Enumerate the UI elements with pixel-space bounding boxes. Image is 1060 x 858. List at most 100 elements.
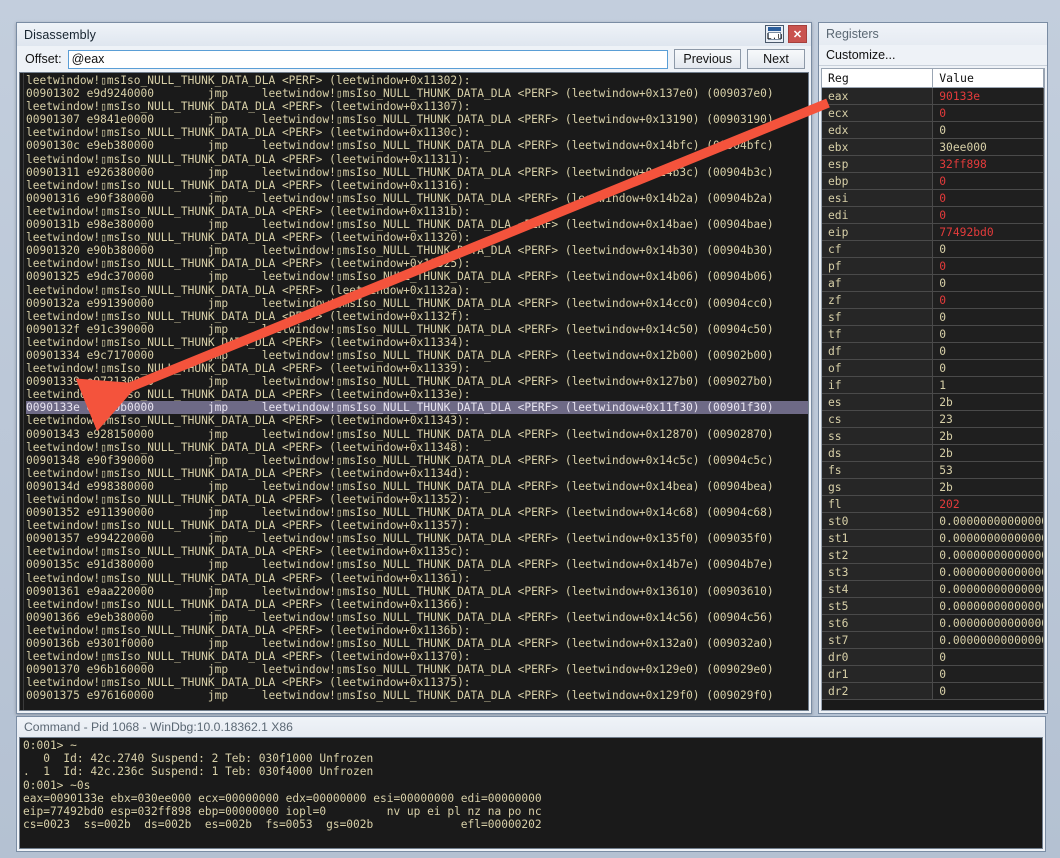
register-row[interactable]: sf0 xyxy=(822,309,1044,326)
register-row[interactable]: gs2b xyxy=(822,479,1044,496)
disassembly-line[interactable]: 0090134d e998380000 jmp leetwindow!▯msIs… xyxy=(26,480,808,493)
register-row[interactable]: esp32ff898 xyxy=(822,156,1044,173)
register-value[interactable]: 0.00000000000000e+000 xyxy=(933,598,1044,615)
register-row[interactable]: dr20 xyxy=(822,683,1044,700)
register-row[interactable]: st7 0.00000000000000e+000 xyxy=(822,632,1044,649)
register-row[interactable]: ss2b xyxy=(822,428,1044,445)
disassembly-line[interactable]: 0090130c e9eb380000 jmp leetwindow!▯msIs… xyxy=(26,139,808,152)
disassembly-line[interactable]: leetwindow!▯msIso_NULL_THUNK_DATA_DLA <P… xyxy=(26,179,808,192)
disassembly-line[interactable]: leetwindow!▯msIso_NULL_THUNK_DATA_DLA <P… xyxy=(26,74,808,87)
register-row[interactable]: edi0 xyxy=(822,207,1044,224)
register-row[interactable]: edx0 xyxy=(822,122,1044,139)
register-row[interactable]: fl202 xyxy=(822,496,1044,513)
disassembly-line[interactable]: leetwindow!▯msIso_NULL_THUNK_DATA_DLA <P… xyxy=(26,362,808,375)
restore-window-button[interactable]: L.u xyxy=(765,25,784,43)
disassembly-line[interactable]: leetwindow!▯msIso_NULL_THUNK_DATA_DLA <P… xyxy=(26,231,808,244)
register-row[interactable]: st4 0.00000000000000e+000 xyxy=(822,581,1044,598)
register-row[interactable]: ecx0 xyxy=(822,105,1044,122)
disassembly-line-selected[interactable]: 0090133e e9ed0b0000 jmp leetwindow!▯msIs… xyxy=(26,401,808,414)
register-value[interactable]: 0 xyxy=(933,241,1044,258)
register-row[interactable]: if1 xyxy=(822,377,1044,394)
register-row[interactable]: st2 0.00000000000000e+000 xyxy=(822,547,1044,564)
disassembly-line[interactable]: 0090132a e991390000 jmp leetwindow!▯msIs… xyxy=(26,297,808,310)
register-value[interactable]: 0.00000000000000e+000 xyxy=(933,615,1044,632)
register-row[interactable]: st6 0.00000000000000e+000 xyxy=(822,615,1044,632)
disassembly-line[interactable]: 00901311 e926380000 jmp leetwindow!▯msIs… xyxy=(26,166,808,179)
disassembly-line[interactable]: 00901352 e911390000 jmp leetwindow!▯msIs… xyxy=(26,506,808,519)
disassembly-line[interactable]: 00901334 e9c7170000 jmp leetwindow!▯msIs… xyxy=(26,349,808,362)
register-value[interactable]: 32ff898 xyxy=(933,156,1044,173)
disassembly-code-area[interactable]: leetwindow!▯msIso_NULL_THUNK_DATA_DLA <P… xyxy=(19,72,809,711)
register-value[interactable]: 0.00000000000000e+000 xyxy=(933,581,1044,598)
register-value[interactable]: 0.00000000000000e+000 xyxy=(933,530,1044,547)
register-row[interactable]: ds2b xyxy=(822,445,1044,462)
register-row[interactable]: fs53 xyxy=(822,462,1044,479)
register-row[interactable]: ebp0 xyxy=(822,173,1044,190)
disassembly-line[interactable]: leetwindow!▯msIso_NULL_THUNK_DATA_DLA <P… xyxy=(26,257,808,270)
disassembly-line[interactable]: leetwindow!▯msIso_NULL_THUNK_DATA_DLA <P… xyxy=(26,441,808,454)
disassembly-line[interactable]: 00901366 e9eb380000 jmp leetwindow!▯msIs… xyxy=(26,611,808,624)
register-row[interactable]: eip77492bd0 xyxy=(822,224,1044,241)
register-value[interactable]: 0 xyxy=(933,207,1044,224)
register-value[interactable]: 0.00000000000000e+000 xyxy=(933,513,1044,530)
disassembly-line[interactable]: 00901343 e928150000 jmp leetwindow!▯msIs… xyxy=(26,428,808,441)
register-value[interactable]: 0 xyxy=(933,275,1044,292)
register-row[interactable]: ebx30ee000 xyxy=(822,139,1044,156)
disassembly-line[interactable]: leetwindow!▯msIso_NULL_THUNK_DATA_DLA <P… xyxy=(26,336,808,349)
register-value[interactable]: 0 xyxy=(933,292,1044,309)
disassembly-line[interactable]: leetwindow!▯msIso_NULL_THUNK_DATA_DLA <P… xyxy=(26,284,808,297)
disassembly-line[interactable]: 00901339 e972130000 jmp leetwindow!▯msIs… xyxy=(26,375,808,388)
register-row[interactable]: st1 0.00000000000000e+000 xyxy=(822,530,1044,547)
register-value[interactable]: 1 xyxy=(933,377,1044,394)
register-value[interactable]: 0.00000000000000e+000 xyxy=(933,547,1044,564)
register-row[interactable]: eax90133e xyxy=(822,88,1044,105)
disassembly-line[interactable]: leetwindow!▯msIso_NULL_THUNK_DATA_DLA <P… xyxy=(26,205,808,218)
disassembly-line[interactable]: leetwindow!▯msIso_NULL_THUNK_DATA_DLA <P… xyxy=(26,545,808,558)
disassembly-line[interactable]: 00901361 e9aa220000 jmp leetwindow!▯msIs… xyxy=(26,585,808,598)
disassembly-line[interactable]: 0090136b e9301f0000 jmp leetwindow!▯msIs… xyxy=(26,637,808,650)
register-value[interactable]: 2b xyxy=(933,479,1044,496)
disassembly-line[interactable]: leetwindow!▯msIso_NULL_THUNK_DATA_DLA <P… xyxy=(26,572,808,585)
offset-input[interactable] xyxy=(68,50,669,69)
register-value[interactable]: 0.00000000000000e+000 xyxy=(933,564,1044,581)
register-row[interactable]: cs23 xyxy=(822,411,1044,428)
disassembly-listing[interactable]: leetwindow!▯msIso_NULL_THUNK_DATA_DLA <P… xyxy=(24,73,808,710)
register-row[interactable]: dr10 xyxy=(822,666,1044,683)
disassembly-line[interactable]: 00901325 e9dc370000 jmp leetwindow!▯msIs… xyxy=(26,270,808,283)
registers-customize-link[interactable]: Customize... xyxy=(819,45,1047,66)
register-row[interactable]: zf0 xyxy=(822,292,1044,309)
register-value[interactable]: 0 xyxy=(933,105,1044,122)
disassembly-line[interactable]: 0090132f e91c390000 jmp leetwindow!▯msIs… xyxy=(26,323,808,336)
register-value[interactable]: 23 xyxy=(933,411,1044,428)
disassembly-line[interactable]: leetwindow!▯msIso_NULL_THUNK_DATA_DLA <P… xyxy=(26,519,808,532)
disassembly-line[interactable]: leetwindow!▯msIso_NULL_THUNK_DATA_DLA <P… xyxy=(26,388,808,401)
register-value[interactable]: 0 xyxy=(933,649,1044,666)
register-value[interactable]: 0 xyxy=(933,666,1044,683)
disassembly-line[interactable]: 00901320 e90b380000 jmp leetwindow!▯msIs… xyxy=(26,244,808,257)
disassembly-line[interactable]: leetwindow!▯msIso_NULL_THUNK_DATA_DLA <P… xyxy=(26,598,808,611)
disassembly-line[interactable]: leetwindow!▯msIso_NULL_THUNK_DATA_DLA <P… xyxy=(26,650,808,663)
register-row[interactable]: df0 xyxy=(822,343,1044,360)
register-value[interactable]: 0 xyxy=(933,173,1044,190)
register-value[interactable]: 90133e xyxy=(933,88,1044,105)
disassembly-line[interactable]: 00901307 e9841e0000 jmp leetwindow!▯msIs… xyxy=(26,113,808,126)
disassembly-line[interactable]: 0090131b e98e380000 jmp leetwindow!▯msIs… xyxy=(26,218,808,231)
register-value[interactable]: 202 xyxy=(933,496,1044,513)
disassembly-line[interactable]: 00901375 e976160000 jmp leetwindow!▯msIs… xyxy=(26,689,808,702)
register-row[interactable]: st3 0.00000000000000e+000 xyxy=(822,564,1044,581)
register-row[interactable]: esi0 xyxy=(822,190,1044,207)
register-row[interactable]: af0 xyxy=(822,275,1044,292)
disassembly-line[interactable]: leetwindow!▯msIso_NULL_THUNK_DATA_DLA <P… xyxy=(26,414,808,427)
register-value[interactable]: 0 xyxy=(933,190,1044,207)
register-value[interactable]: 2b xyxy=(933,394,1044,411)
register-value[interactable]: 0 xyxy=(933,360,1044,377)
next-button[interactable]: Next xyxy=(747,49,805,69)
register-value[interactable]: 0 xyxy=(933,683,1044,700)
disassembly-line[interactable]: leetwindow!▯msIso_NULL_THUNK_DATA_DLA <P… xyxy=(26,126,808,139)
command-output[interactable]: 0:001> ~ 0 Id: 42c.2740 Suspend: 2 Teb: … xyxy=(19,737,1043,849)
disassembly-line[interactable]: leetwindow!▯msIso_NULL_THUNK_DATA_DLA <P… xyxy=(26,493,808,506)
register-value[interactable]: 0 xyxy=(933,343,1044,360)
disassembly-line[interactable]: 00901370 e96b160000 jmp leetwindow!▯msIs… xyxy=(26,663,808,676)
disassembly-line[interactable]: leetwindow!▯msIso_NULL_THUNK_DATA_DLA <P… xyxy=(26,153,808,166)
register-row[interactable]: dr00 xyxy=(822,649,1044,666)
